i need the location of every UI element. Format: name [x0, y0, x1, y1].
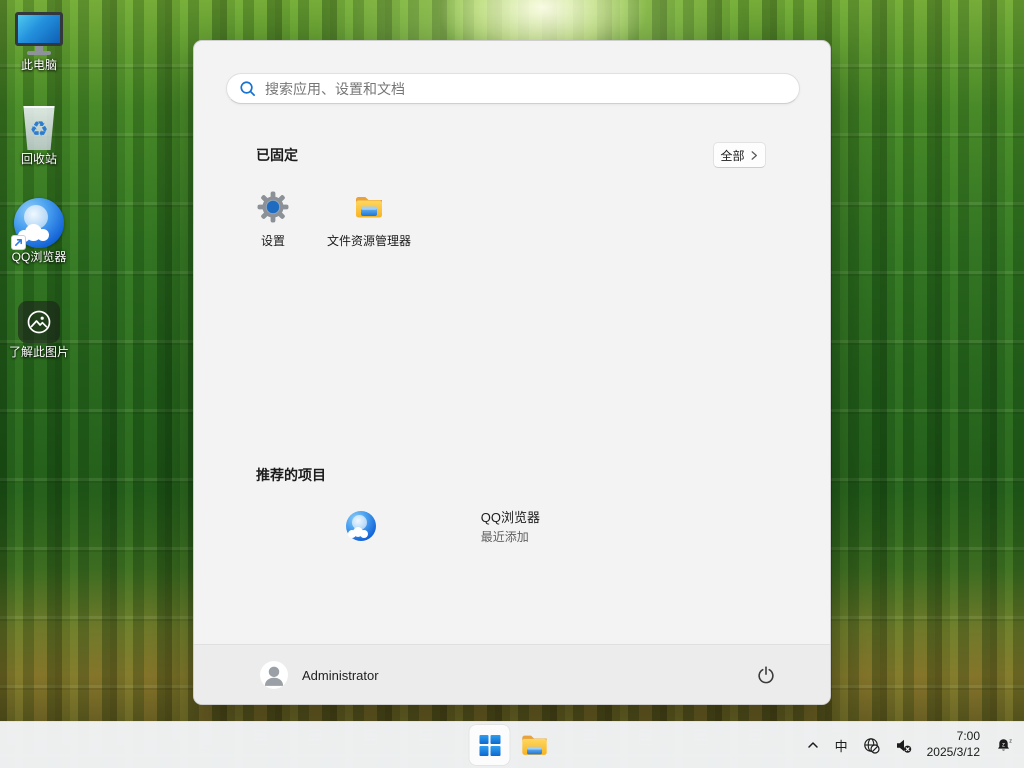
recycle-bin-icon: ♻ — [23, 106, 55, 150]
settings-gear-icon — [257, 191, 289, 223]
pinned-section-title: 已固定 — [256, 147, 298, 163]
desktop-icon-label: 了解此图片 — [8, 345, 69, 359]
this-pc-icon — [15, 12, 63, 56]
recommended-item-sublabel: 最近添加 — [480, 530, 529, 544]
user-avatar-icon — [260, 661, 288, 689]
user-account-button[interactable]: Administrator — [246, 653, 393, 697]
all-apps-label: 全部 — [720, 148, 745, 163]
qq-browser-icon — [345, 511, 376, 541]
speaker-muted-icon — [896, 739, 911, 753]
recommended-item-label: QQ浏览器 — [480, 510, 540, 525]
chevron-up-icon — [807, 742, 818, 748]
recycle-glyph: ♻ — [29, 117, 49, 141]
clock-date: 2025/3/12 — [926, 745, 980, 759]
desktop-icon-learn-about-picture[interactable]: 了解此图片 — [0, 301, 78, 360]
pinned-tile-label: 文件资源管理器 — [326, 234, 411, 248]
start-menu: 已固定 全部 — [193, 40, 831, 705]
start-search-box[interactable] — [226, 73, 800, 104]
start-menu-footer: Administrator — [194, 644, 830, 704]
power-icon — [758, 666, 774, 684]
start-button[interactable] — [469, 725, 510, 765]
clock-time: 7:00 — [956, 729, 980, 744]
bell-do-not-disturb-icon: z z — [998, 738, 1012, 751]
search-input[interactable] — [265, 80, 787, 97]
svg-text:z: z — [1009, 738, 1012, 744]
desktop-icon-label: 回收站 — [20, 152, 57, 166]
volume-muted-button[interactable] — [895, 737, 912, 754]
desktop: 此电脑 ♻ 回收站 QQ浏览器 了解此图片 搜索应用、设置和文档 已固定 全部 … — [0, 0, 1024, 768]
recommended-section-title: 推荐的项目 — [256, 467, 326, 483]
power-button[interactable] — [746, 655, 786, 695]
file-explorer-folder-icon — [356, 197, 382, 218]
taskbar-clock[interactable]: 7:00 2025/3/12 — [927, 729, 980, 760]
learn-about-picture-icon — [18, 301, 60, 343]
user-name: Administrator — [302, 667, 379, 683]
recommended-item-qq-browser[interactable]: QQ浏览器 最近添加 — [250, 499, 540, 553]
shortcut-arrow-icon — [11, 235, 26, 250]
globe-no-internet-icon — [863, 737, 880, 754]
taskbar-file-explorer-button[interactable] — [515, 725, 555, 765]
chevron-right-icon — [751, 150, 757, 160]
pinned-tile-settings[interactable]: 设置 — [225, 179, 321, 265]
search-icon — [240, 81, 255, 96]
desktop-icon-qq-browser[interactable]: QQ浏览器 — [0, 198, 78, 265]
network-status-button[interactable] — [863, 737, 880, 754]
desktop-icon-label: 此电脑 — [20, 58, 57, 72]
notification-center-button[interactable]: z z — [995, 737, 1014, 754]
system-tray: 中 7:00 2025/3/12 z z — [806, 722, 1014, 768]
all-apps-button[interactable]: 全部 — [713, 142, 766, 168]
pinned-tile-file-explorer[interactable]: 文件资源管理器 — [321, 179, 417, 265]
tray-overflow-button[interactable] — [806, 738, 820, 752]
taskbar: 中 7:00 2025/3/12 z z — [0, 721, 1024, 768]
svg-text:z: z — [1002, 742, 1005, 748]
desktop-icon-this-pc[interactable]: 此电脑 — [0, 12, 78, 73]
qq-browser-icon — [11, 198, 64, 250]
file-explorer-folder-icon — [522, 735, 547, 755]
pinned-tile-label: 设置 — [260, 234, 285, 248]
desktop-icon-recycle-bin[interactable]: ♻ 回收站 — [0, 106, 78, 167]
windows-logo-icon — [479, 734, 500, 756]
ime-indicator[interactable]: 中 — [835, 736, 848, 755]
desktop-icon-label: QQ浏览器 — [11, 250, 67, 264]
